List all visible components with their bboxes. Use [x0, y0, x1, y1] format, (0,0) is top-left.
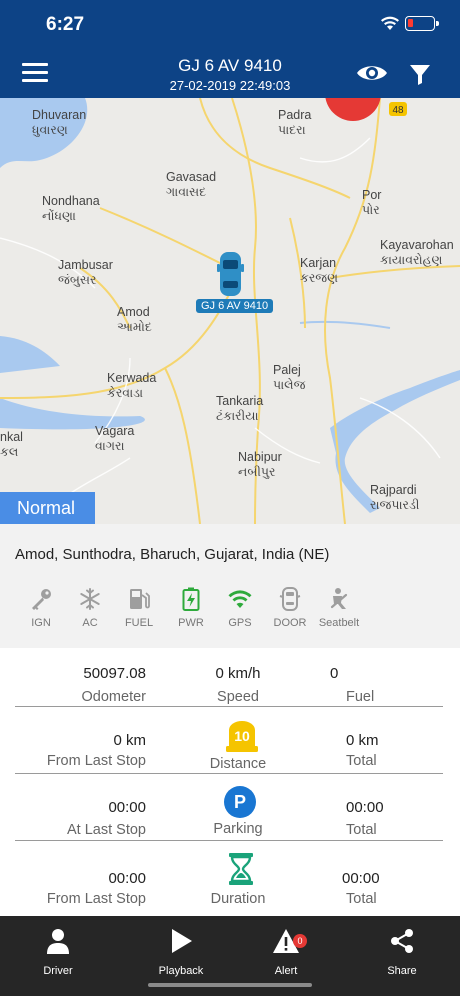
place-label: Jambusar જંબુસર: [58, 258, 113, 287]
indicator-pwr: PWR: [166, 586, 216, 629]
place-label: Padra પાદરા: [278, 108, 312, 137]
alert-count-badge: 0: [293, 934, 307, 948]
parking-icon: P: [224, 786, 256, 818]
place-label: Karjan કરજણ: [300, 256, 339, 285]
person-icon: [47, 929, 69, 954]
parking-last-stop-label: At Last Stop: [67, 822, 146, 838]
fuel-label: Fuel: [346, 689, 375, 705]
key-icon: [32, 589, 51, 610]
trip-stats: 50097.08 Odometer 0 km/h Speed 0 Fuel 0 …: [0, 648, 460, 916]
bottom-navigation: Driver Playback 0 Alert Share: [0, 916, 460, 996]
status-badge: Normal: [0, 492, 95, 524]
map-marker-icon[interactable]: [325, 98, 381, 121]
place-label: Palej પાલેજ: [273, 363, 306, 392]
place-label: Por પોર: [362, 188, 382, 217]
indicator-ign: IGN: [16, 586, 66, 629]
duration-total-value: 00:00: [342, 870, 380, 887]
status-bar: 6:27: [0, 0, 460, 48]
indicator-seatbelt: Seatbelt: [314, 586, 364, 629]
clock: 6:27: [46, 14, 85, 35]
divider: [15, 840, 443, 841]
vehicle-car-icon[interactable]: [217, 252, 244, 296]
nav-alert[interactable]: 0 Alert: [246, 928, 326, 977]
seatbelt-icon: [330, 588, 348, 609]
parking-last-stop-value: 00:00: [108, 799, 146, 816]
place-label: Nondhana નોંધણા: [42, 194, 100, 223]
place-label: Rajpardi રાજપારડી: [370, 483, 420, 512]
battery-icon: [405, 16, 439, 31]
stats-row: 00:00 At Last Stop P Parking 00:00 Total: [0, 775, 460, 842]
duration-last-stop-value: 00:00: [108, 870, 146, 887]
place-label: Nabipur નબીપુર: [238, 450, 282, 479]
share-icon: [391, 929, 413, 953]
indicator-fuel: FUEL: [114, 586, 164, 629]
distance-total-value: 0 km: [346, 732, 379, 749]
stats-row: 0 km From Last Stop 10 Distance 0 km Tot…: [0, 708, 460, 775]
road-shield-label: 48: [392, 105, 404, 116]
fuel-value: 0: [330, 665, 339, 682]
duration-label: Duration: [210, 891, 266, 907]
stats-row: 50097.08 Odometer 0 km/h Speed 0 Fuel: [0, 648, 460, 715]
place-label: Dhuvaran ધુવારણ: [32, 108, 87, 137]
indicator-door: DOOR: [265, 586, 315, 629]
divider: [15, 706, 443, 707]
map-view[interactable]: 48 Dhuvaran ધુવારણ Padra પાદરા Gavasad ગાવા…: [0, 98, 460, 524]
home-indicator: [148, 983, 312, 987]
parking-total-label: Total: [346, 822, 377, 838]
vehicle-number-title: GJ 6 AV 9410: [178, 56, 282, 75]
wifi-icon: [381, 16, 399, 30]
app-header: GJ 6 AV 9410 27-02-2019 22:49:03: [0, 48, 460, 98]
place-label: Tankaria ટંકારીયા: [216, 394, 264, 423]
snowflake-icon: [80, 588, 100, 610]
speed-value: 0 km/h: [215, 665, 261, 682]
battery-charging-icon: [182, 587, 200, 611]
status-indicators: IGN AC FUEL PWR GPS DOOR Seatbelt: [16, 586, 366, 636]
divider: [15, 773, 443, 774]
nav-share[interactable]: Share: [362, 928, 442, 977]
distance-meter-icon: 10: [225, 720, 259, 752]
speed-label: Speed: [217, 689, 259, 705]
odometer-label: Odometer: [81, 689, 146, 705]
vehicle-details-panel: Amod, Sunthodra, Bharuch, Gujarat, India…: [0, 524, 460, 648]
distance-total-label: Total: [346, 753, 377, 769]
filter-icon[interactable]: [408, 62, 432, 86]
place-label: Amod આમોદ: [117, 305, 152, 334]
play-icon: [172, 929, 192, 953]
vehicle-datetime: 27-02-2019 22:49:03: [169, 78, 291, 93]
parking-label: Parking: [213, 821, 263, 837]
nav-playback[interactable]: Playback: [141, 928, 221, 977]
distance-label: Distance: [209, 756, 267, 772]
duration-last-stop-label: From Last Stop: [46, 891, 146, 907]
indicator-ac: AC: [65, 586, 115, 629]
parking-total-value: 00:00: [346, 799, 384, 816]
place-label: Vagara વાગરા: [95, 424, 135, 453]
indicator-gps: GPS: [215, 586, 265, 629]
eye-icon[interactable]: [356, 62, 388, 84]
place-label: Gavasad ગાવાસદ: [166, 170, 217, 199]
place-label: Kayavarohan કાયાવરોહણ: [380, 238, 454, 267]
distance-last-stop-value: 0 km: [113, 732, 146, 749]
vehicle-address: Amod, Sunthodra, Bharuch, Gujarat, India…: [15, 546, 330, 563]
duration-total-label: Total: [346, 891, 377, 907]
odometer-value: 50097.08: [83, 665, 146, 682]
distance-last-stop-label: From Last Stop: [46, 753, 146, 769]
place-label: nkal કલ: [0, 430, 23, 459]
car-door-icon: [279, 587, 301, 611]
wifi-signal-icon: [228, 590, 252, 608]
hourglass-icon: [229, 853, 253, 885]
fuel-pump-icon: [130, 589, 150, 609]
place-label: Kerwada કેરવાડા: [107, 371, 157, 400]
vehicle-map-label[interactable]: GJ 6 AV 9410: [196, 299, 274, 313]
stats-row: 00:00 From Last Stop Duration 00:00 Tota…: [0, 842, 460, 909]
nav-driver[interactable]: Driver: [18, 928, 98, 977]
